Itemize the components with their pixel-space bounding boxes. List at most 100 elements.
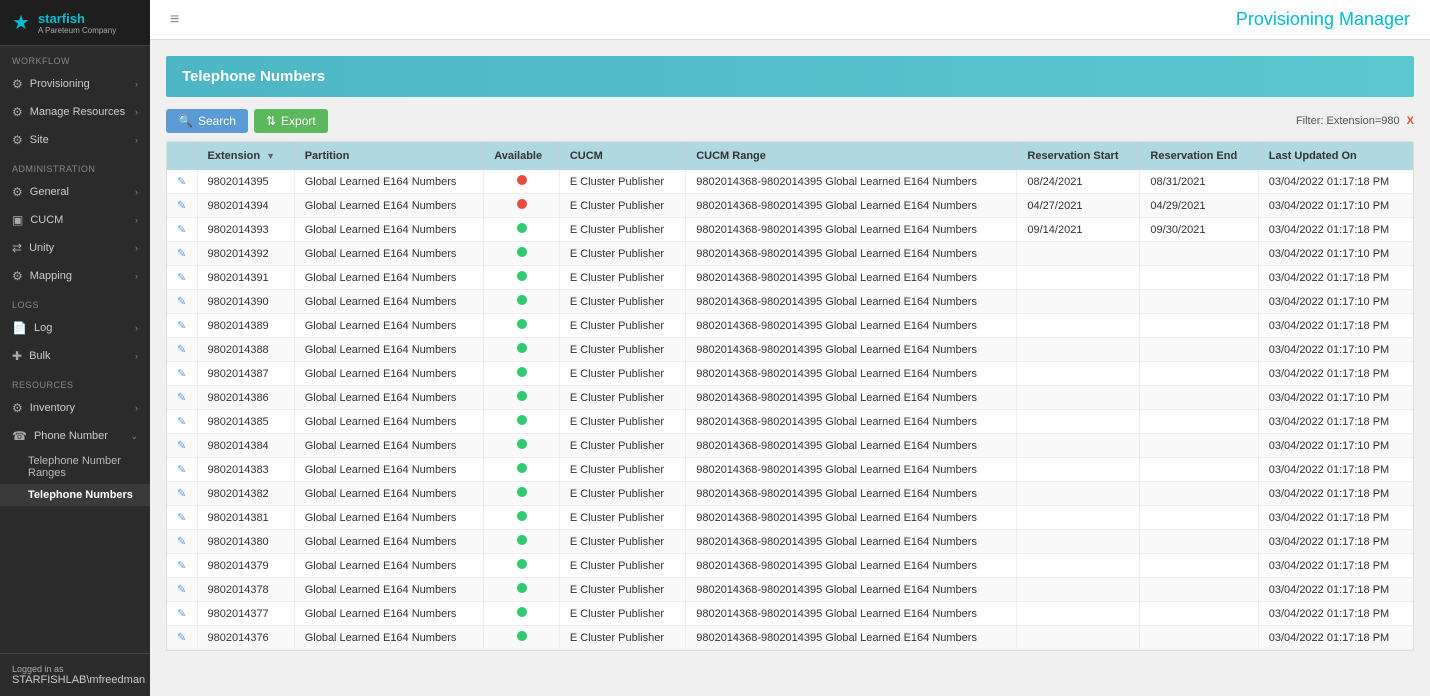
sidebar-item-mapping[interactable]: ⚙ Mapping ›	[0, 262, 150, 290]
cell-cucm-range: 9802014368-9802014395 Global Learned E16…	[686, 530, 1017, 554]
cell-last-updated: 03/04/2022 01:17:10 PM	[1258, 242, 1413, 266]
sidebar-item-manage-resources[interactable]: ⚙ Manage Resources ›	[0, 98, 150, 126]
cell-partition: Global Learned E164 Numbers	[294, 386, 484, 410]
search-icon: 🔍	[178, 114, 193, 128]
edit-cell: ✎	[167, 242, 197, 266]
export-button-label: Export	[281, 114, 316, 128]
edit-icon[interactable]: ✎	[177, 488, 186, 500]
cell-extension: 9802014378	[197, 578, 294, 602]
filter-clear-icon[interactable]: X	[1407, 115, 1414, 127]
edit-icon[interactable]: ✎	[177, 248, 186, 260]
sidebar-item-log[interactable]: 📄 Log ›	[0, 314, 150, 342]
chevron-right-icon: ›	[135, 79, 138, 89]
menu-icon[interactable]: ≡	[170, 11, 179, 29]
cell-extension: 9802014382	[197, 482, 294, 506]
edit-icon[interactable]: ✎	[177, 440, 186, 452]
chevron-right-icon-5: ›	[135, 215, 138, 225]
cell-last-updated: 03/04/2022 01:17:10 PM	[1258, 434, 1413, 458]
cell-extension: 9802014389	[197, 314, 294, 338]
edit-icon[interactable]: ✎	[177, 416, 186, 428]
cell-extension: 9802014393	[197, 218, 294, 242]
col-available: Available	[484, 142, 560, 170]
cell-reservation-end	[1140, 290, 1258, 314]
cell-last-updated: 03/04/2022 01:17:18 PM	[1258, 362, 1413, 386]
section-admin-label: ADMINISTRATION	[0, 154, 150, 178]
cell-last-updated: 03/04/2022 01:17:18 PM	[1258, 554, 1413, 578]
cell-partition: Global Learned E164 Numbers	[294, 194, 484, 218]
edit-icon[interactable]: ✎	[177, 200, 186, 212]
cell-last-updated: 03/04/2022 01:17:10 PM	[1258, 386, 1413, 410]
edit-icon[interactable]: ✎	[177, 176, 186, 188]
edit-icon[interactable]: ✎	[177, 296, 186, 308]
sidebar-item-log-label: Log	[34, 322, 52, 334]
logo-icon: ★	[12, 10, 30, 35]
col-partition: Partition	[294, 142, 484, 170]
sidebar-sub-item-telephone-number-ranges[interactable]: Telephone Number Ranges	[0, 450, 150, 484]
cell-reservation-start	[1017, 554, 1140, 578]
cell-extension: 9802014390	[197, 290, 294, 314]
edit-icon[interactable]: ✎	[177, 632, 186, 644]
cell-available	[484, 170, 560, 194]
edit-icon[interactable]: ✎	[177, 536, 186, 548]
sidebar-item-site[interactable]: ⚙ Site ›	[0, 126, 150, 154]
edit-icon[interactable]: ✎	[177, 272, 186, 284]
page-title: Telephone Numbers	[182, 68, 325, 85]
chevron-right-icon-8: ›	[135, 323, 138, 333]
edit-icon[interactable]: ✎	[177, 608, 186, 620]
cell-extension: 9802014391	[197, 266, 294, 290]
sidebar-item-inventory[interactable]: ⚙ Inventory ›	[0, 394, 150, 422]
chevron-right-icon-10: ›	[135, 403, 138, 413]
cell-extension: 9802014379	[197, 554, 294, 578]
edit-icon[interactable]: ✎	[177, 224, 186, 236]
sidebar-item-bulk[interactable]: ✚ Bulk ›	[0, 342, 150, 370]
edit-icon[interactable]: ✎	[177, 464, 186, 476]
col-extension[interactable]: Extension ▼	[197, 142, 294, 170]
sidebar-item-phone-number[interactable]: ☎ Phone Number ⌄	[0, 422, 150, 450]
chevron-right-icon-2: ›	[135, 107, 138, 117]
edit-icon[interactable]: ✎	[177, 560, 186, 572]
edit-icon[interactable]: ✎	[177, 584, 186, 596]
available-green-dot	[517, 511, 527, 521]
available-green-dot	[517, 391, 527, 401]
search-button[interactable]: 🔍 Search	[166, 109, 248, 133]
cell-available	[484, 242, 560, 266]
chevron-down-icon: ⌄	[130, 431, 138, 442]
edit-icon[interactable]: ✎	[177, 512, 186, 524]
sidebar-item-manage-resources-label: Manage Resources	[30, 106, 125, 118]
bulk-icon: ✚	[12, 349, 22, 363]
cell-cucm-range: 9802014368-9802014395 Global Learned E16…	[686, 290, 1017, 314]
cell-cucm: E Cluster Publisher	[559, 482, 685, 506]
available-red-dot	[517, 175, 527, 185]
edit-icon[interactable]: ✎	[177, 368, 186, 380]
table-row: ✎9802014390Global Learned E164 NumbersE …	[167, 290, 1413, 314]
table-row: ✎9802014387Global Learned E164 NumbersE …	[167, 362, 1413, 386]
cell-last-updated: 03/04/2022 01:17:18 PM	[1258, 314, 1413, 338]
sidebar-item-provisioning[interactable]: ⚙ Provisioning ›	[0, 70, 150, 98]
sidebar-item-cucm[interactable]: ▣ CUCM ›	[0, 206, 150, 234]
edit-icon[interactable]: ✎	[177, 392, 186, 404]
cell-partition: Global Learned E164 Numbers	[294, 458, 484, 482]
export-icon: ⇅	[266, 114, 276, 128]
table-row: ✎9802014384Global Learned E164 NumbersE …	[167, 434, 1413, 458]
cell-partition: Global Learned E164 Numbers	[294, 602, 484, 626]
logo-sub: A Pareteum Company	[38, 26, 116, 35]
app-title: Provisioning Manager	[1236, 9, 1410, 30]
edit-icon[interactable]: ✎	[177, 344, 186, 356]
edit-icon[interactable]: ✎	[177, 320, 186, 332]
cell-extension: 9802014386	[197, 386, 294, 410]
sidebar-item-general[interactable]: ⚙ General ›	[0, 178, 150, 206]
cell-reservation-end	[1140, 626, 1258, 650]
export-button[interactable]: ⇅ Export	[254, 109, 328, 133]
toolbar: 🔍 Search ⇅ Export Filter: Extension=980 …	[166, 109, 1414, 133]
cell-reservation-start	[1017, 530, 1140, 554]
sidebar-item-unity[interactable]: ⇄ Unity ›	[0, 234, 150, 262]
table-row: ✎9802014377Global Learned E164 NumbersE …	[167, 602, 1413, 626]
sidebar-sub-item-telephone-numbers[interactable]: Telephone Numbers	[0, 484, 150, 506]
edit-cell: ✎	[167, 482, 197, 506]
cell-cucm: E Cluster Publisher	[559, 266, 685, 290]
cell-cucm-range: 9802014368-9802014395 Global Learned E16…	[686, 218, 1017, 242]
sidebar-item-mapping-label: Mapping	[30, 270, 72, 282]
cell-reservation-end	[1140, 386, 1258, 410]
cell-last-updated: 03/04/2022 01:17:18 PM	[1258, 482, 1413, 506]
available-green-dot	[517, 487, 527, 497]
